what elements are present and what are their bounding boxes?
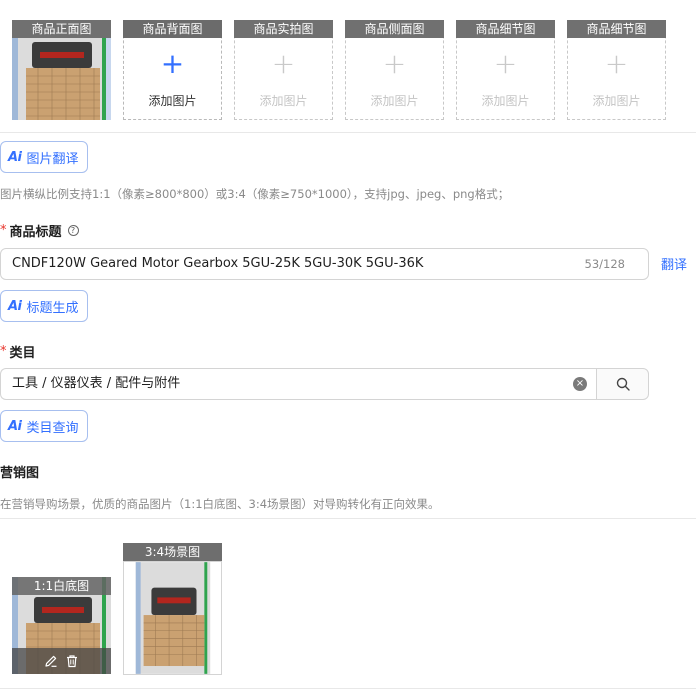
image-slot-caption: 商品正面图	[12, 20, 111, 38]
ai-title-generate-label: 标题生成	[26, 300, 79, 316]
marketing-slot-portrait[interactable]: 3:4场景图	[123, 543, 222, 675]
search-icon	[616, 377, 630, 391]
add-image-plus-icon: +	[271, 47, 296, 80]
image-slot-back[interactable]: 商品背面图 + 添加图片	[123, 20, 222, 120]
add-image-plus-icon: +	[160, 47, 185, 80]
edit-icon[interactable]	[44, 654, 58, 668]
product-photo-gear-motor	[12, 38, 111, 120]
help-icon[interactable]: ?	[67, 225, 79, 236]
category-field-label: * 类目	[0, 342, 36, 361]
add-image-plus-icon: +	[493, 47, 518, 80]
image-slot-detail-1[interactable]: 商品细节图 + 添加图片	[456, 20, 555, 120]
title-char-count: 53/128	[584, 257, 625, 271]
ai-image-translate-button[interactable]: Ai 图片翻译	[0, 141, 88, 173]
image-tools-bar	[12, 648, 111, 674]
marketing-images-hint: 在营销导购场景，优质的商品图片（1:1白底图、3:4场景图）对导购转化有正向效果…	[0, 497, 440, 511]
marketing-slot-caption: 1:1白底图	[12, 577, 111, 595]
image-slot-real-shot[interactable]: 商品实拍图 + 添加图片	[234, 20, 333, 120]
trash-icon[interactable]	[65, 654, 79, 668]
image-slot-caption: 商品实拍图	[234, 20, 333, 38]
title-field-label: * 商品标题 ?	[0, 221, 79, 240]
title-label-text: 商品标题	[9, 225, 62, 240]
add-image-label: 添加图片	[148, 94, 197, 108]
ai-icon: Ai	[8, 298, 22, 314]
ai-title-generate-button[interactable]: Ai 标题生成	[0, 290, 88, 322]
product-photo-gear-motor	[123, 561, 222, 675]
category-value: 工具 / 仪器仪表 / 配件与附件	[12, 376, 181, 391]
ai-category-query-label: 类目查询	[26, 420, 79, 436]
image-slot-front[interactable]: 商品正面图	[12, 20, 111, 120]
image-requirements-hint: 图片横纵比例支持1:1（像素≥800*800）或3:4（像素≥750*1000）…	[0, 187, 510, 201]
image-slot-caption: 商品细节图	[456, 20, 555, 38]
marketing-images-label: 营销图	[0, 466, 40, 481]
image-slot-caption: 商品侧面图	[345, 20, 444, 38]
image-slot-caption: 商品细节图	[567, 20, 666, 38]
section-divider	[0, 518, 696, 519]
product-title-value: CNDF120W Geared Motor Gearbox 5GU-25K 5G…	[12, 256, 424, 271]
add-image-label: 添加图片	[481, 94, 530, 108]
product-title-input[interactable]: CNDF120W Geared Motor Gearbox 5GU-25K 5G…	[0, 248, 649, 280]
add-image-plus-icon: +	[382, 47, 407, 80]
ai-icon: Ai	[8, 149, 22, 165]
category-search-button[interactable]	[596, 368, 649, 400]
image-slot-detail-2[interactable]: 商品细节图 + 添加图片	[567, 20, 666, 120]
ai-icon: Ai	[8, 418, 22, 434]
required-mark: *	[0, 344, 7, 359]
image-slot-side[interactable]: 商品侧面图 + 添加图片	[345, 20, 444, 120]
translate-title-link[interactable]: 翻译	[661, 254, 687, 273]
add-image-label: 添加图片	[592, 94, 641, 108]
required-mark: *	[0, 223, 7, 238]
category-input[interactable]: 工具 / 仪器仪表 / 配件与附件 ×	[0, 368, 597, 400]
add-image-label: 添加图片	[259, 94, 308, 108]
section-divider	[0, 132, 696, 133]
clear-icon[interactable]: ×	[573, 377, 587, 391]
ai-category-query-button[interactable]: Ai 类目查询	[0, 410, 88, 442]
marketing-slot-square[interactable]: 1:1白底图	[12, 577, 111, 674]
section-divider	[0, 688, 696, 689]
image-slot-caption: 商品背面图	[123, 20, 222, 38]
add-image-plus-icon: +	[604, 47, 629, 80]
category-label-text: 类目	[9, 346, 36, 361]
marketing-slot-caption: 3:4场景图	[123, 543, 222, 561]
ai-image-translate-label: 图片翻译	[26, 151, 79, 167]
add-image-label: 添加图片	[370, 94, 419, 108]
